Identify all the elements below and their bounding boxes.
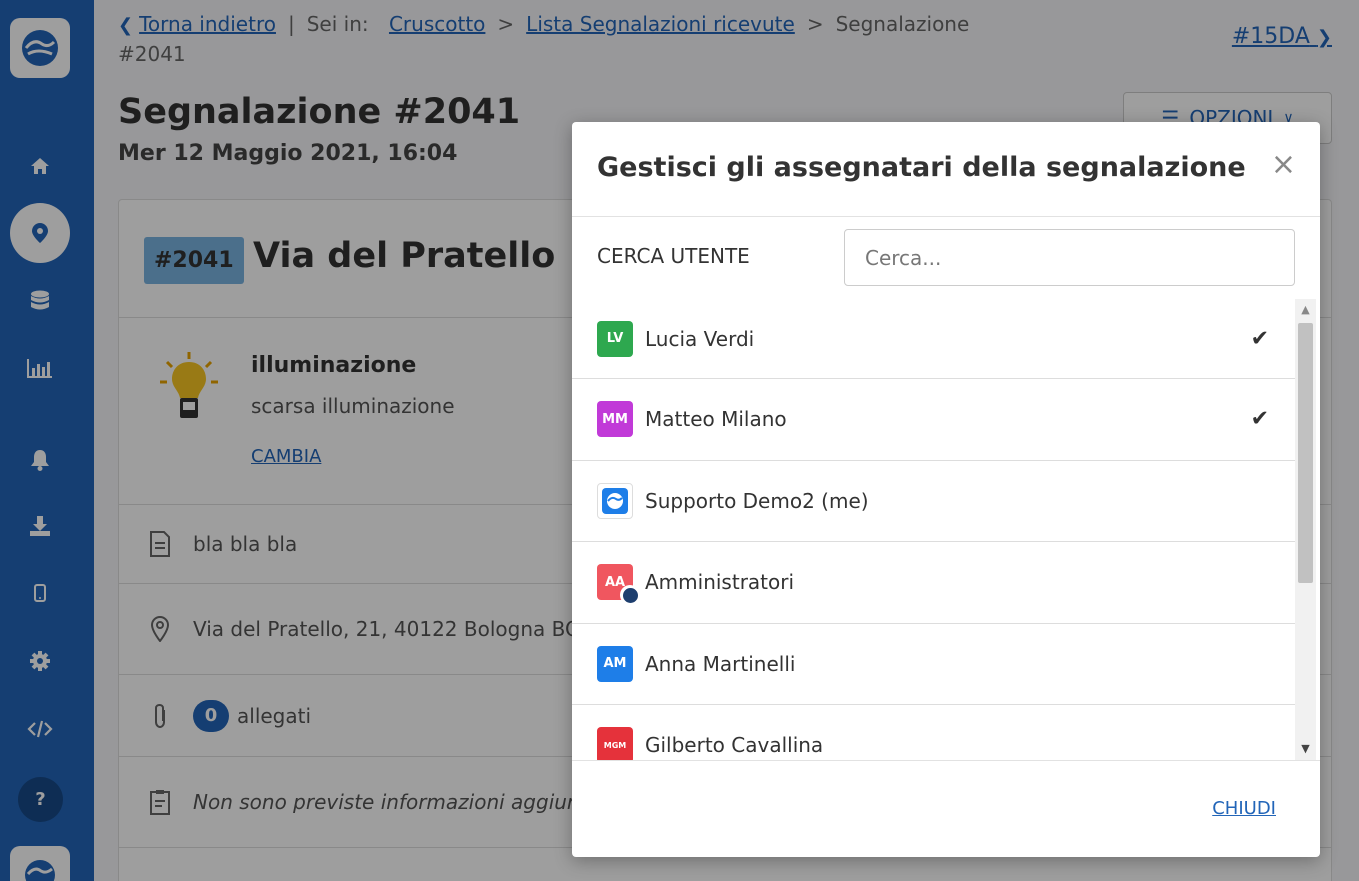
list-item[interactable]: Supporto Demo2 (me) xyxy=(572,461,1295,542)
close-button[interactable]: CHIUDI xyxy=(1212,798,1276,819)
list-item[interactable]: MM Matteo Milano ✔ xyxy=(572,379,1295,461)
user-name: Amministratori xyxy=(645,570,795,595)
search-label: CERCA UTENTE xyxy=(597,244,750,268)
scroll-thumb[interactable] xyxy=(1298,323,1313,583)
list-item[interactable]: AM Anna Martinelli xyxy=(572,624,1295,705)
check-icon: ✔ xyxy=(1250,406,1269,432)
list-item[interactable]: MGM Gilberto Cavallina xyxy=(572,705,1295,760)
user-name: Matteo Milano xyxy=(645,407,787,432)
user-name: Supporto Demo2 (me) xyxy=(645,488,869,513)
search-row: CERCA UTENTE xyxy=(572,217,1320,299)
scroll-down-arrow-icon[interactable]: ▼ xyxy=(1295,738,1316,760)
group-icon xyxy=(620,585,640,606)
list-item[interactable]: LV Lucia Verdi ✔ xyxy=(572,299,1295,379)
avatar: MM xyxy=(597,401,633,438)
modal-title: Gestisci gli assegnatari della segnalazi… xyxy=(597,152,1246,183)
user-list: LV Lucia Verdi ✔ MM Matteo Milano ✔ Supp… xyxy=(572,299,1295,760)
list-item[interactable]: AA Amministratori xyxy=(572,542,1295,624)
avatar: AM xyxy=(597,645,633,682)
user-name: Gilberto Cavallina xyxy=(645,733,824,758)
logo-icon xyxy=(602,487,628,514)
scroll-up-arrow-icon[interactable]: ▲ xyxy=(1295,299,1316,321)
modal-header: Gestisci gli assegnatari della segnalazi… xyxy=(572,122,1320,217)
scrollbar[interactable]: ▲ ▼ xyxy=(1295,299,1316,760)
user-name: Anna Martinelli xyxy=(645,651,796,676)
close-icon[interactable]: × xyxy=(1271,150,1296,180)
user-name: Lucia Verdi xyxy=(645,326,755,351)
avatar xyxy=(597,482,633,519)
avatar: MGM xyxy=(597,727,633,760)
avatar: LV xyxy=(597,320,633,357)
search-input[interactable] xyxy=(844,229,1295,286)
modal-footer: CHIUDI xyxy=(572,760,1320,857)
assignees-modal: Gestisci gli assegnatari della segnalazi… xyxy=(572,122,1320,857)
check-icon: ✔ xyxy=(1250,326,1269,351)
